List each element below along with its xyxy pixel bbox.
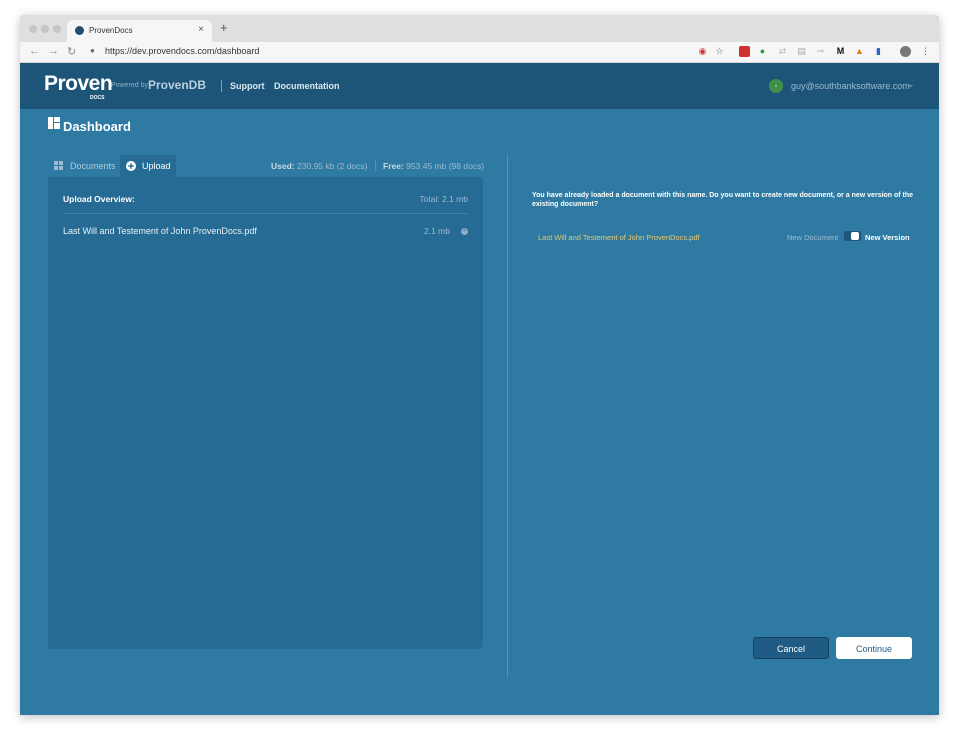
storage-used: Used: 230.95 kb (2 docs): [271, 161, 367, 171]
user-email[interactable]: guy@southbanksoftware.com: [791, 81, 910, 91]
window-minimize-dot[interactable]: [41, 25, 49, 33]
address-bar: ← → ↻ ● https://dev.provendocs.com/dashb…: [20, 42, 939, 63]
tab-documents[interactable]: Documents: [48, 155, 120, 177]
metamask-extension-icon[interactable]: ▲: [854, 46, 865, 57]
profile-avatar-icon[interactable]: [900, 46, 911, 57]
powered-by-label: Powered by: [111, 82, 148, 89]
browser-window: ProvenDocs × + ← → ↻ ● https://dev.prove…: [20, 15, 939, 715]
logo-subtitle: DOCS: [90, 95, 105, 101]
chevron-down-icon[interactable]: ⌄: [907, 79, 915, 90]
plus-circle-icon: [126, 161, 136, 173]
new-tab-button[interactable]: +: [220, 20, 228, 35]
back-button[interactable]: ←: [29, 45, 40, 57]
dashboard-icon: [48, 117, 60, 129]
tab-close-icon[interactable]: ×: [198, 24, 204, 35]
provendocs-logo[interactable]: Proven: [44, 72, 113, 96]
nav-support-link[interactable]: Support: [230, 81, 265, 91]
panel-divider: [63, 213, 468, 214]
toggle-knob: [851, 232, 859, 240]
extension-arrows-icon[interactable]: ⇄: [777, 46, 788, 57]
lastpass-extension-icon[interactable]: [739, 46, 750, 57]
upload-overview-title: Upload Overview:: [63, 194, 135, 204]
browser-tab[interactable]: ProvenDocs ×: [67, 20, 212, 42]
continue-button[interactable]: Continue: [836, 637, 912, 659]
browser-menu-icon[interactable]: ⋮: [920, 46, 931, 57]
remove-file-icon[interactable]: ×: [461, 228, 468, 235]
lock-icon: ●: [90, 46, 95, 55]
header-divider: [221, 80, 222, 92]
bookmark-extension-icon[interactable]: ▮: [873, 46, 884, 57]
nav-documentation-link[interactable]: Documentation: [274, 81, 340, 91]
usage-divider: [375, 160, 376, 171]
reload-button[interactable]: ↻: [67, 45, 76, 58]
evernote-extension-icon[interactable]: ●: [757, 46, 768, 57]
forward-button[interactable]: →: [48, 45, 59, 57]
upload-panel: Upload Overview: Total: 2.1 mb Last Will…: [48, 177, 483, 649]
extension-comment-icon[interactable]: ▤: [796, 46, 807, 57]
tab-title: ProvenDocs: [89, 26, 133, 35]
duplicate-name-message: You have already loaded a document with …: [532, 192, 914, 208]
panel-divider-vertical: [507, 155, 508, 677]
option-new-document-label[interactable]: New Document: [787, 233, 838, 242]
page-title: Dashboard: [63, 119, 131, 134]
free-value: 953.45 mb (98 docs): [406, 161, 485, 171]
url-text: https://dev.provendocs.com/dashboard: [105, 46, 260, 56]
user-avatar[interactable]: [769, 79, 783, 93]
grid-icon: [54, 161, 64, 173]
app-header: Proven DOCS Powered by ProvenDB Support …: [20, 63, 939, 109]
new-version-toggle[interactable]: [844, 231, 861, 241]
option-new-version-label[interactable]: New Version: [865, 233, 910, 242]
upload-file-name: Last Will and Testement of John ProvenDo…: [63, 226, 257, 236]
used-label: Used:: [271, 161, 295, 171]
provendb-logo: ProvenDB: [148, 78, 207, 92]
window-zoom-dot[interactable]: [53, 25, 61, 33]
used-value: 230.95 kb (2 docs): [297, 161, 368, 171]
medium-extension-icon[interactable]: M: [835, 46, 846, 57]
cancel-button[interactable]: Cancel: [753, 637, 829, 659]
blocker-extension-icon[interactable]: ◉: [697, 46, 708, 57]
provendocs-favicon-icon: [75, 26, 84, 35]
tab-documents-label: Documents: [70, 161, 116, 171]
tab-upload[interactable]: Upload: [120, 155, 176, 177]
free-label: Free:: [383, 161, 404, 171]
tab-strip: ProvenDocs × +: [20, 15, 939, 42]
upload-total: Total: 2.1 mb: [419, 194, 468, 204]
window-close-dot[interactable]: [29, 25, 37, 33]
upload-file-size: 2.1 mb: [424, 226, 450, 236]
bookmark-star-icon[interactable]: ☆: [714, 46, 725, 57]
storage-free: Free: 953.45 mb (98 docs): [383, 161, 484, 171]
url-field[interactable]: ● https://dev.provendocs.com/dashboard: [86, 44, 716, 60]
extension-forward-icon[interactable]: ⇒: [815, 46, 826, 57]
duplicate-file-name: Last Will and Testement of John ProvenDo…: [538, 233, 700, 242]
tab-upload-label: Upload: [142, 161, 171, 171]
